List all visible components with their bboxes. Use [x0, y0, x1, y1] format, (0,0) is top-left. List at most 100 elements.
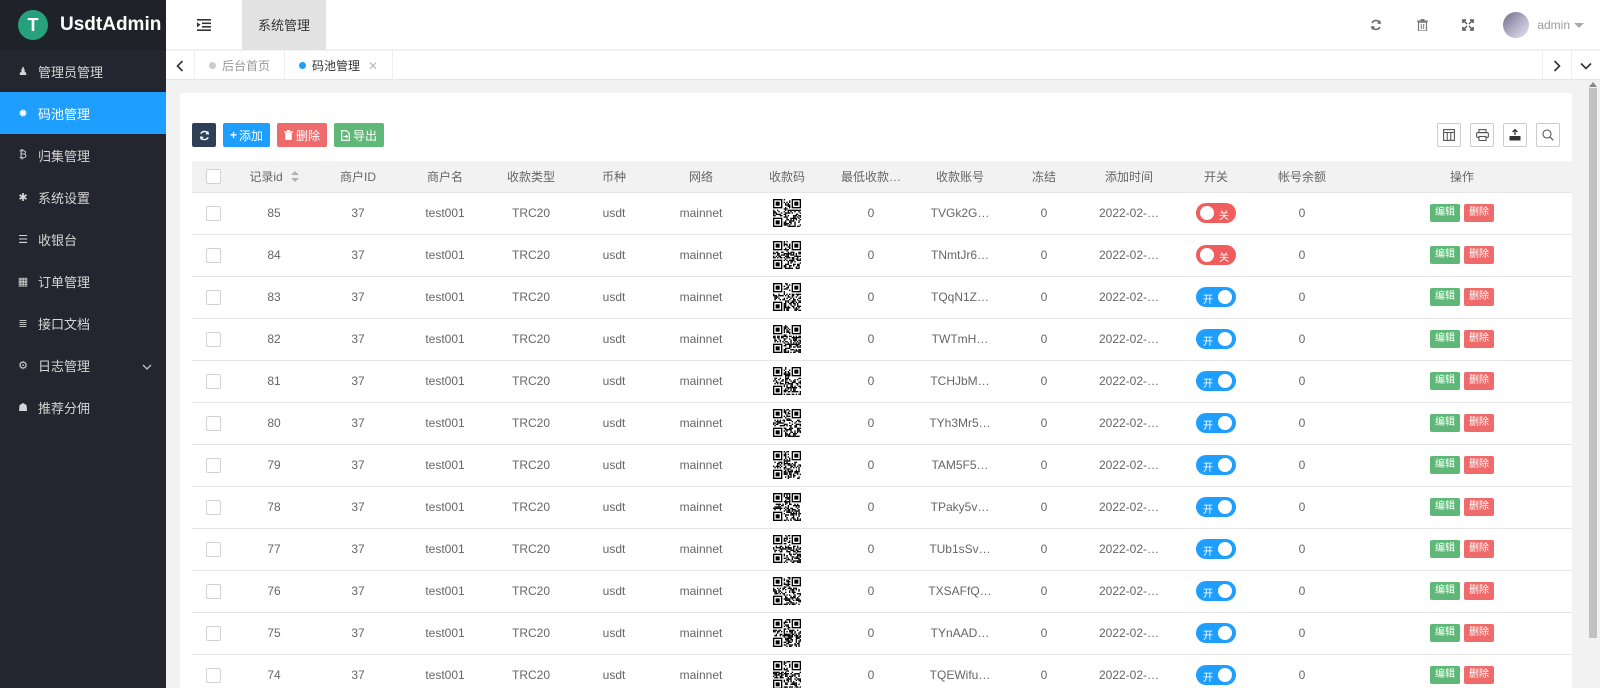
delete-button[interactable]: 删除 [1464, 456, 1494, 474]
sidebar-item-1[interactable]: ✹ 码池管理 [0, 92, 166, 134]
close-icon[interactable]: ✕ [368, 59, 378, 73]
sidebar-item-3[interactable]: ✱ 系统设置 [0, 176, 166, 218]
delete-button[interactable]: 删除 [1464, 288, 1494, 306]
status-toggle[interactable]: 关 [1196, 245, 1236, 265]
qr-code-image[interactable] [773, 409, 802, 438]
sidebar-item-0[interactable]: ♟ 管理员管理 [0, 50, 166, 92]
cell-switch: 开 [1174, 486, 1258, 529]
qr-code-image[interactable] [773, 325, 802, 354]
cell-switch: 关 [1174, 192, 1258, 235]
edit-button[interactable]: 编辑 [1430, 498, 1460, 516]
add-button[interactable]: + 添加 [223, 123, 271, 147]
reload-button[interactable] [192, 123, 216, 147]
row-checkbox[interactable] [205, 415, 221, 431]
status-toggle[interactable]: 开 [1196, 623, 1236, 643]
delete-button[interactable]: 删除 [1464, 330, 1494, 348]
edit-button[interactable]: 编辑 [1430, 582, 1460, 600]
export-tool-button[interactable] [1503, 123, 1527, 147]
row-checkbox[interactable] [205, 289, 221, 305]
qr-code-image[interactable] [773, 619, 802, 648]
sidebar-item-2[interactable]: ₿ 归集管理 [0, 134, 166, 176]
qr-code-image[interactable] [773, 241, 802, 270]
qr-code-image[interactable] [773, 493, 802, 522]
delete-button[interactable]: 删除 [1464, 204, 1494, 222]
scrollbar-thumb[interactable] [1589, 88, 1597, 638]
scroll-up-icon[interactable] [1589, 82, 1597, 87]
delete-button[interactable]: 删除 [1464, 624, 1494, 642]
row-checkbox[interactable] [205, 499, 221, 515]
status-toggle[interactable]: 开 [1196, 665, 1236, 685]
user-menu[interactable]: admin [1491, 12, 1600, 38]
status-toggle[interactable]: 开 [1196, 287, 1236, 307]
clear-cache-button[interactable] [1399, 0, 1445, 50]
sort-icon[interactable] [290, 170, 299, 185]
row-checkbox[interactable] [205, 625, 221, 641]
qr-code-image[interactable] [773, 367, 802, 396]
row-checkbox[interactable] [205, 583, 221, 599]
tab-scroll-left-button[interactable] [166, 51, 195, 80]
fullscreen-button[interactable] [1445, 0, 1491, 50]
sidebar-item-4[interactable]: ☰ 收银台 [0, 218, 166, 260]
row-checkbox[interactable] [205, 541, 221, 557]
sidebar-item-6[interactable]: ≣ 接口文档 [0, 302, 166, 344]
edit-button[interactable]: 编辑 [1430, 414, 1460, 432]
delete-button[interactable]: 删除 [1464, 582, 1494, 600]
sidebar-item-7[interactable]: ⚙ 日志管理 [0, 344, 166, 386]
batch-delete-button[interactable]: 删除 [277, 123, 328, 147]
status-toggle[interactable]: 开 [1196, 581, 1236, 601]
delete-button[interactable]: 删除 [1464, 246, 1494, 264]
edit-button[interactable]: 编辑 [1430, 540, 1460, 558]
row-checkbox[interactable] [205, 373, 221, 389]
row-checkbox[interactable] [205, 247, 221, 263]
tab-1[interactable]: 码池管理 ✕ [285, 51, 394, 80]
delete-button[interactable]: 删除 [1464, 414, 1494, 432]
column-header-0[interactable]: 记录id [234, 161, 314, 193]
cell-switch: 开 [1174, 444, 1258, 487]
tab-menu-button[interactable] [1571, 51, 1600, 80]
edit-button[interactable]: 编辑 [1430, 204, 1460, 222]
edit-button[interactable]: 编辑 [1430, 666, 1460, 684]
status-toggle[interactable]: 开 [1196, 413, 1236, 433]
status-toggle[interactable]: 开 [1196, 329, 1236, 349]
qr-code-image[interactable] [773, 283, 802, 312]
edit-button[interactable]: 编辑 [1430, 372, 1460, 390]
edit-button[interactable]: 编辑 [1430, 288, 1460, 306]
qr-code-image[interactable] [773, 577, 802, 606]
status-toggle[interactable]: 开 [1196, 371, 1236, 391]
qr-code-image[interactable] [773, 199, 802, 228]
tab-0[interactable]: 后台首页 [195, 51, 286, 80]
edit-button[interactable]: 编辑 [1430, 456, 1460, 474]
export-button[interactable]: 导出 [334, 123, 385, 147]
delete-button[interactable]: 删除 [1464, 666, 1494, 684]
sidebar-toggle-button[interactable] [166, 0, 242, 50]
row-checkbox[interactable] [205, 457, 221, 473]
print-button[interactable] [1470, 123, 1494, 147]
page-scrollbar[interactable] [1586, 80, 1600, 688]
status-toggle[interactable]: 开 [1196, 497, 1236, 517]
qr-code-image[interactable] [773, 535, 802, 564]
cell-account: TNmtJr6… [916, 234, 1004, 277]
status-toggle[interactable]: 开 [1196, 539, 1236, 559]
delete-button[interactable]: 删除 [1464, 540, 1494, 558]
row-checkbox[interactable] [205, 331, 221, 347]
tab-scroll-right-button[interactable] [1542, 51, 1571, 80]
row-checkbox[interactable] [205, 205, 221, 221]
row-checkbox[interactable] [205, 667, 221, 683]
edit-button[interactable]: 编辑 [1430, 246, 1460, 264]
select-all-checkbox[interactable] [205, 168, 221, 184]
logo[interactable]: T UsdtAdmin [0, 0, 166, 50]
delete-button[interactable]: 删除 [1464, 498, 1494, 516]
sidebar-item-5[interactable]: ▦ 订单管理 [0, 260, 166, 302]
status-toggle[interactable]: 开 [1196, 455, 1236, 475]
column-filter-button[interactable] [1437, 123, 1461, 147]
sidebar-item-8[interactable]: ☗ 推荐分佣 [0, 386, 166, 428]
refresh-button[interactable] [1353, 0, 1399, 50]
search-button[interactable] [1536, 123, 1560, 147]
qr-code-image[interactable] [773, 661, 802, 688]
status-toggle[interactable]: 关 [1196, 203, 1236, 223]
qr-code-image[interactable] [773, 451, 802, 480]
edit-button[interactable]: 编辑 [1430, 624, 1460, 642]
delete-button[interactable]: 删除 [1464, 372, 1494, 390]
edit-button[interactable]: 编辑 [1430, 330, 1460, 348]
system-management-tab[interactable]: 系统管理 [242, 0, 326, 50]
